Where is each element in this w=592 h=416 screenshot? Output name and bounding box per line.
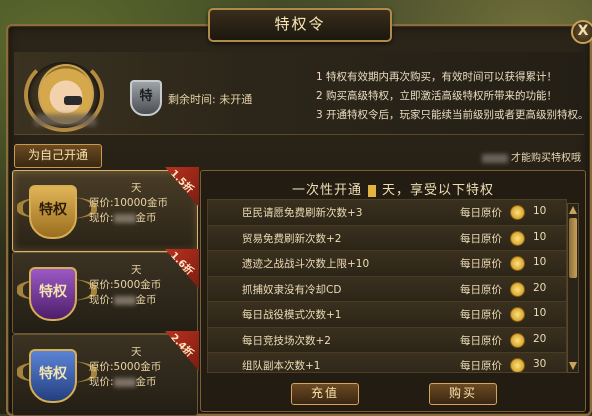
list-item: 每日战役模式次数+1 每日原价 10 [208, 302, 566, 328]
benefits-list[interactable]: 臣民请愿免费刷新次数+3 每日原价 10 贸易免费刷新次数+2 每日原价 10 遗迹之战… [207, 199, 567, 373]
card-info: 天 原价:5000金币 现价: 金币 [89, 263, 193, 308]
eyepatch-icon [64, 96, 82, 105]
benefits-title: 一次性开通 天，享受以下特权 [291, 183, 495, 198]
list-item: 组队副本次数+1 每日原价 30 [208, 353, 566, 372]
list-item: 抓捕奴隶没有冷却CD 每日原价 20 [208, 276, 566, 302]
price-blurred [113, 213, 136, 223]
rule-item: 1 特权有效期内再次购买，有效时间可以获得累计！ [316, 71, 558, 83]
coin-icon [510, 205, 525, 220]
vip-level-blurred [482, 153, 508, 163]
price-blurred [113, 377, 136, 387]
card-original-price: 原价:10000金币 [89, 197, 168, 209]
privilege-card-3[interactable]: 特权 2.4折 天 原价:5000金币 现价: 金币 [12, 331, 199, 416]
price-blurred [113, 295, 136, 305]
card-info: 天 原价:5000金币 现价: 金币 [89, 345, 193, 390]
remaining-time: 剩余时间: 未开通 [168, 91, 252, 107]
vip-note-text: 才能购买特权哦 [511, 153, 581, 164]
window-title: 特权令 [208, 8, 392, 42]
open-for-self-button[interactable]: 为自己开通 [14, 144, 102, 168]
card-days: 天 [131, 182, 142, 194]
privilege-shield-icon: 特 [130, 80, 162, 116]
rule-item: 2 购买高级特权，立即激活高级特权所带来的功能！ [316, 90, 558, 102]
card-original-price: 原价:5000金币 [89, 361, 162, 373]
privilege-emblem-icon: 特权 [29, 267, 77, 321]
buy-button[interactable]: 购买 [429, 383, 497, 405]
card-original-price: 原价:5000金币 [89, 279, 162, 291]
privilege-card-1[interactable]: 特权 1.5折 天 原价:10000金币 现价: 金币 [12, 167, 199, 252]
list-item: 遗迹之战战斗次数上限+10 每日原价 10 [208, 251, 566, 277]
vip-requirement-note: 才能购买特权哦 [482, 149, 581, 164]
rules-list: 1 特权有效期内再次购买，有效时间可以获得累计！ 2 购买高级特权，立即激活高级… [316, 68, 589, 125]
player-name-blurred [34, 114, 96, 126]
coin-icon [510, 332, 525, 348]
list-item: 贸易免费刷新次数+2 每日原价 10 [208, 225, 566, 251]
privilege-emblem-icon: 特权 [29, 349, 77, 403]
coin-icon [510, 307, 525, 322]
close-button[interactable]: X [571, 20, 592, 44]
list-scrollbar[interactable] [567, 203, 579, 373]
card-current-price: 现价: 金币 [89, 294, 157, 306]
coin-icon [510, 256, 525, 271]
remaining-time-value: 未开通 [219, 93, 253, 106]
gold-bar-icon [368, 184, 376, 197]
privilege-card-2[interactable]: 特权 1.6折 天 原价:5000金币 现价: 金币 [12, 249, 199, 334]
scroll-up-icon[interactable] [569, 206, 577, 214]
coin-icon [510, 281, 525, 297]
card-current-price: 现价: 金币 [89, 212, 157, 224]
privilege-emblem-icon: 特权 [29, 185, 77, 239]
card-days: 天 [131, 346, 142, 358]
list-item: 臣民请愿免费刷新次数+3 每日原价 10 [208, 200, 566, 226]
scroll-down-icon[interactable] [569, 362, 577, 370]
scroll-thumb[interactable] [569, 218, 577, 278]
rule-item: 3 开通特权令后，玩家只能续当前级别或者更高级别特权。 [316, 109, 589, 121]
list-item: 每日竞技场次数+2 每日原价 20 [208, 327, 566, 353]
card-info: 天 原价:10000金币 现价: 金币 [89, 181, 193, 226]
recharge-button[interactable]: 充值 [291, 383, 359, 405]
card-current-price: 现价: 金币 [89, 376, 157, 388]
coin-icon [510, 358, 525, 372]
remaining-time-label: 剩余时间: [168, 93, 216, 106]
benefits-panel: 一次性开通 天，享受以下特权 臣民请愿免费刷新次数+3 每日原价 10 贸易免费刷新次… [200, 170, 586, 412]
coin-icon [510, 230, 525, 246]
card-days: 天 [131, 264, 142, 276]
